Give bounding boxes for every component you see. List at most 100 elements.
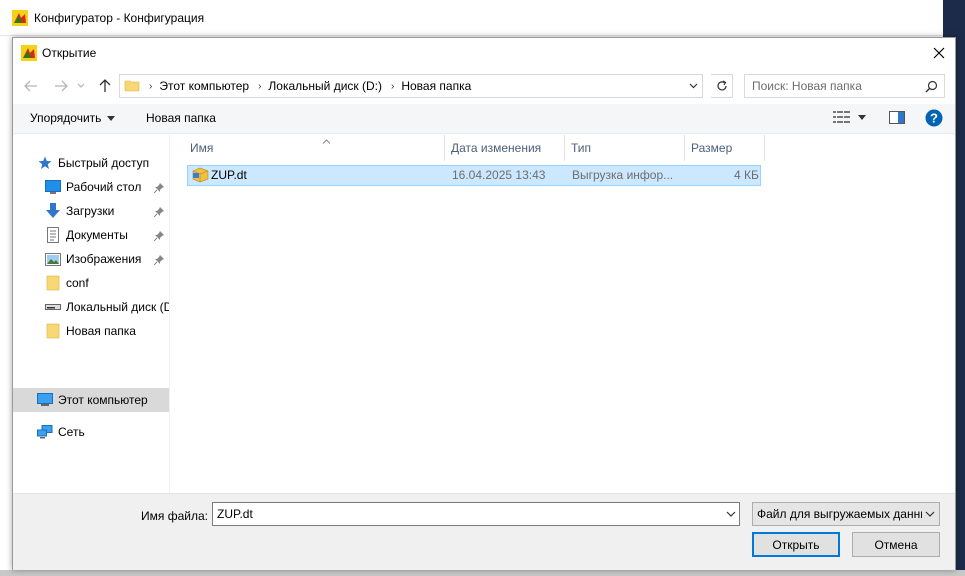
column-header-label: Размер	[691, 141, 733, 155]
desktop-icon	[45, 179, 61, 195]
search-icon[interactable]	[925, 80, 938, 96]
breadcrumb-separator[interactable]: ›	[258, 81, 261, 92]
file-type-selected: Файл для выгружаемых данных	[757, 507, 922, 521]
folder-icon	[45, 323, 61, 339]
close-icon	[933, 47, 945, 59]
forward-button[interactable]	[51, 76, 71, 96]
nav-item-label: Сеть	[58, 425, 85, 439]
nav-item-label: Этот компьютер	[58, 393, 148, 407]
open-button[interactable]: Открыть	[752, 532, 840, 557]
column-header-label: Дата изменения	[451, 141, 542, 155]
search-input[interactable]	[752, 79, 922, 93]
address-bar[interactable]: › Этот компьютер › Локальный диск (D:) ›…	[119, 74, 703, 98]
column-header-name[interactable]: Имя	[184, 135, 445, 161]
close-button[interactable]	[929, 43, 949, 63]
pin-icon[interactable]	[153, 182, 164, 196]
document-icon	[45, 227, 61, 243]
column-header-type[interactable]: Тип	[565, 135, 685, 161]
nav-item-network[interactable]: Сеть	[13, 420, 169, 444]
dialog-footer: Имя файла: Файл для выгружаемых данных О…	[13, 493, 955, 570]
new-folder-button[interactable]: Новая папка	[146, 111, 216, 125]
column-header-label: Тип	[571, 141, 592, 155]
parent-titlebar: Конфигуратор - Конфигурация	[0, 0, 965, 36]
network-icon	[37, 424, 53, 440]
folder-icon	[45, 275, 61, 291]
organize-button[interactable]: Упорядочить	[30, 111, 116, 125]
command-toolbar: Упорядочить Новая папка ?	[13, 104, 955, 134]
nav-item-label: Новая папка	[66, 324, 136, 338]
up-button[interactable]	[95, 76, 115, 96]
file-type: Выгрузка инфор...	[572, 168, 674, 182]
nav-item-new-folder[interactable]: Новая папка	[13, 319, 169, 343]
dialog-titlebar: Открытие	[13, 38, 955, 68]
arrow-right-icon	[55, 80, 68, 92]
address-dropdown-button[interactable]	[684, 75, 702, 97]
filename-combobox[interactable]	[212, 502, 740, 526]
nav-item-label: conf	[66, 276, 89, 290]
star-icon	[37, 155, 53, 171]
nav-item-pictures[interactable]: Изображения	[13, 247, 169, 271]
nav-item-label: Локальный диск (D	[66, 300, 170, 314]
file-name: ZUP.dt	[211, 168, 247, 182]
drive-icon	[45, 299, 61, 315]
computer-icon	[37, 392, 53, 408]
nav-item-quick-access[interactable]: Быстрый доступ	[13, 151, 169, 175]
nav-item-label: Изображения	[66, 252, 142, 266]
sort-ascending-icon	[322, 133, 331, 147]
nav-item-desktop[interactable]: Рабочий стол	[13, 175, 169, 199]
pin-icon[interactable]	[153, 254, 164, 268]
navigation-row: › Этот компьютер › Локальный диск (D:) ›…	[13, 71, 955, 101]
cancel-button[interactable]: Отмена	[852, 532, 940, 557]
navigation-pane: Быстрый доступ Рабочий стол Загрузки Док…	[13, 135, 170, 493]
column-header-label: Имя	[190, 141, 214, 155]
breadcrumb-local-disk[interactable]: Локальный диск (D:)	[268, 79, 382, 93]
column-header-size[interactable]: Размер	[685, 135, 765, 161]
refresh-icon	[716, 80, 727, 91]
view-options-button[interactable]	[833, 111, 866, 123]
filename-dropdown-button[interactable]	[725, 506, 737, 525]
file-row[interactable]: ZUP.dt 16.04.2025 13:43 Выгрузка инфор..…	[187, 165, 761, 186]
nav-item-label: Быстрый доступ	[58, 156, 150, 170]
breadcrumb-separator[interactable]: ›	[391, 81, 394, 92]
file-type-select[interactable]: Файл для выгружаемых данных	[752, 502, 940, 526]
breadcrumb-separator[interactable]: ›	[149, 81, 152, 92]
help-button[interactable]: ?	[925, 109, 943, 127]
chevron-down-icon	[726, 511, 736, 517]
nav-item-local-disk[interactable]: Локальный диск (D	[13, 295, 170, 319]
parent-window-bottom	[0, 570, 965, 576]
caret-down-icon	[858, 114, 866, 120]
breadcrumb-this-computer[interactable]: Этот компьютер	[159, 79, 249, 93]
recent-locations-button[interactable]	[75, 76, 87, 96]
nav-item-this-computer[interactable]: Этот компьютер	[13, 388, 169, 412]
dialog-title: Открытие	[42, 46, 97, 60]
nav-item-documents[interactable]: Документы	[13, 223, 169, 247]
filename-input[interactable]	[217, 507, 707, 521]
chevron-down-icon	[77, 83, 85, 88]
filename-label: Имя файла:	[141, 509, 208, 523]
column-header-date-modified[interactable]: Дата изменения	[445, 135, 565, 161]
open-file-dialog: Открытие › Этот компьютер › Локальный ди…	[12, 37, 956, 570]
nav-item-label: Загрузки	[66, 204, 115, 218]
parent-window-title: Конфигуратор - Конфигурация	[34, 10, 205, 25]
pin-icon[interactable]	[153, 206, 164, 220]
pictures-icon	[45, 251, 61, 267]
search-box[interactable]	[744, 74, 945, 98]
chevron-down-icon	[689, 83, 697, 89]
nav-item-conf[interactable]: conf	[13, 271, 169, 295]
folder-icon	[124, 77, 140, 96]
dt-file-icon	[192, 167, 209, 186]
file-size: 4 КБ	[734, 168, 759, 182]
pin-icon[interactable]	[153, 230, 164, 244]
nav-item-label: Рабочий стол	[66, 180, 142, 194]
svg-text:?: ?	[930, 111, 938, 126]
arrow-up-icon	[99, 79, 111, 92]
preview-pane-button[interactable]	[889, 111, 905, 124]
caret-down-icon	[107, 115, 116, 121]
refresh-button[interactable]	[711, 74, 733, 98]
nav-item-downloads[interactable]: Загрузки	[13, 199, 169, 223]
arrow-left-icon	[24, 80, 37, 92]
download-icon	[45, 203, 61, 219]
back-button[interactable]	[21, 76, 41, 96]
details-view-icon	[833, 111, 850, 123]
breadcrumb-new-folder[interactable]: Новая папка	[401, 79, 471, 93]
